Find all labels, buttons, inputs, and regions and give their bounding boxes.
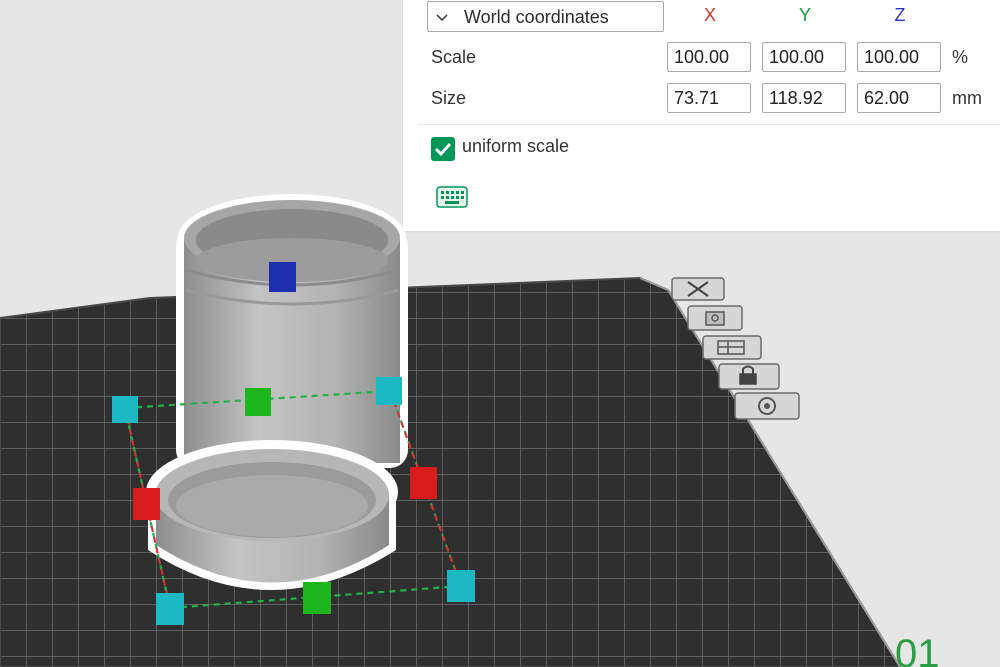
camera-icon[interactable] [687, 305, 743, 331]
y-handle[interactable] [303, 582, 331, 614]
settings-icon[interactable] [734, 392, 800, 420]
delete-icon[interactable] [671, 277, 725, 301]
x-handle[interactable] [410, 467, 437, 499]
size-z-input[interactable] [857, 83, 941, 113]
chevron-down-icon [436, 14, 448, 22]
x-handle[interactable] [133, 488, 160, 520]
size-x-input[interactable] [667, 83, 751, 113]
axis-z-label: Z [894, 5, 906, 25]
coordinate-system-select[interactable]: World coordinates [427, 1, 664, 32]
y-handle[interactable] [245, 388, 271, 416]
corner-handle[interactable] [376, 377, 402, 405]
layout-icon[interactable] [702, 335, 762, 360]
size-unit: mm [952, 88, 982, 108]
divider [418, 124, 1000, 125]
scale-label: Scale [431, 47, 477, 67]
uniform-scale-label: uniform scale [462, 136, 570, 156]
scale-y-input[interactable] [762, 42, 846, 72]
scale-unit: % [952, 47, 969, 67]
corner-handle[interactable] [447, 570, 475, 602]
keyboard-icon[interactable] [436, 186, 468, 208]
axis-y-label: Y [798, 5, 811, 25]
coordinate-system-label: World coordinates [464, 7, 609, 27]
checkmark-icon [434, 142, 452, 157]
bed-label: 01 [895, 632, 940, 667]
scale-x-input[interactable] [667, 42, 751, 72]
axis-x-label: X [703, 5, 716, 25]
corner-handle[interactable] [156, 593, 184, 625]
scale-panel: World coordinates X Y Z Scale % Size mm … [403, 0, 1000, 231]
uniform-scale-checkbox[interactable] [431, 137, 455, 161]
size-label: Size [431, 88, 467, 108]
scale-z-input[interactable] [857, 42, 941, 72]
lock-icon[interactable] [718, 363, 780, 390]
corner-handle[interactable] [112, 396, 138, 423]
size-y-input[interactable] [762, 83, 846, 113]
